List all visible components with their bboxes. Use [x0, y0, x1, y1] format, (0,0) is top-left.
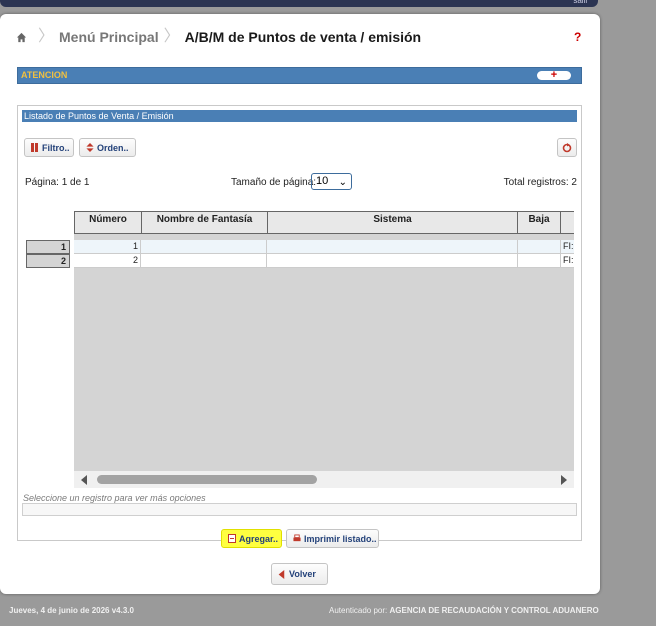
cell-extra: FI: [561, 240, 574, 254]
grid-header: Número Nombre de Fantasía Sistema Baja [74, 211, 574, 234]
listado-panel: Listado de Puntos de Venta / Emisión Fil… [17, 105, 582, 548]
print-label: Imprimir listado.. [304, 533, 377, 544]
page-title: A/B/M de Puntos de venta / emisión [184, 29, 422, 45]
back-label: Volver [289, 569, 316, 579]
refresh-button[interactable] [557, 138, 577, 157]
page-size-select[interactable]: 10 ⌄ [311, 173, 352, 190]
filter-icon [31, 143, 38, 152]
printer-icon [293, 534, 301, 542]
sort-icon [86, 143, 94, 152]
table-row[interactable]: 2 FI: [74, 254, 574, 268]
add-document-icon [228, 534, 236, 543]
filter-label: Filtro.. [42, 142, 70, 153]
footer-auth: Autenticado por: AGENCIA DE RECAUDACIÓN … [329, 606, 599, 615]
pager-bar: Página: 1 de 1 Tamaño de página: 10 ⌄ To… [22, 173, 577, 191]
column-header-extra [560, 211, 574, 234]
scroll-right-icon[interactable] [561, 475, 567, 485]
footer-auth-entity: AGENCIA DE RECAUDACIÓN Y CONTROL ADUANER… [389, 606, 599, 615]
scrollbar-thumb[interactable] [97, 475, 317, 484]
order-label: Orden.. [97, 142, 129, 153]
footer-date-version: Jueves, 4 de junio de 2026 v4.3.0 [9, 606, 134, 615]
breadcrumb-menu-link[interactable]: Menú Principal [59, 29, 159, 45]
back-button[interactable]: Volver [271, 563, 328, 585]
cell-numero: 1 [74, 240, 141, 254]
column-header-numero[interactable]: Número [74, 211, 142, 234]
add-button[interactable]: Agregar.. [221, 529, 282, 548]
data-grid: Número Nombre de Fantasía Sistema Baja 1… [74, 211, 574, 488]
row-number-2[interactable]: 2 [26, 254, 70, 268]
chevron-down-icon: ⌄ [338, 177, 347, 188]
breadcrumb-separator: 〉 [163, 28, 180, 45]
atencion-expand-button[interactable]: + [537, 70, 571, 81]
logout-link[interactable]: salir [573, 0, 588, 5]
column-header-baja[interactable]: Baja [517, 211, 561, 234]
listado-title: Listado de Puntos de Venta / Emisión [22, 110, 577, 122]
cell-baja [518, 254, 561, 268]
refresh-icon [562, 142, 572, 152]
row-number-1[interactable]: 1 [26, 240, 70, 254]
help-button[interactable]: ? [574, 30, 581, 44]
table-row[interactable]: 1 FI: [74, 240, 574, 254]
page-size-value: 10 [316, 175, 329, 187]
cell-numero: 2 [74, 254, 141, 268]
home-icon[interactable] [16, 32, 27, 43]
footer-auth-prefix: Autenticado por: [329, 606, 388, 615]
options-box [22, 503, 577, 516]
column-header-nombre[interactable]: Nombre de Fantasía [141, 211, 268, 234]
back-arrow-icon [278, 569, 285, 579]
page-info: Página: 1 de 1 [25, 177, 90, 188]
top-navbar: salir [0, 0, 598, 7]
atencion-bar[interactable]: ATENCION + [17, 67, 582, 84]
cell-nombre [141, 240, 267, 254]
scroll-left-icon[interactable] [81, 475, 87, 485]
breadcrumb: 〉 Menú Principal 〉 A/B/M de Puntos de ve… [16, 28, 421, 46]
select-hint: Seleccione un registro para ver más opci… [23, 493, 206, 503]
horizontal-scrollbar[interactable] [74, 471, 574, 488]
order-button[interactable]: Orden.. [79, 138, 136, 157]
print-button[interactable]: Imprimir listado.. [286, 529, 379, 548]
atencion-title: ATENCION [21, 70, 68, 80]
cell-sistema [267, 240, 518, 254]
filter-button[interactable]: Filtro.. [24, 138, 74, 157]
cell-nombre [141, 254, 267, 268]
add-label: Agregar.. [239, 533, 279, 544]
cell-sistema [267, 254, 518, 268]
cell-extra: FI: [561, 254, 574, 268]
page-size-label: Tamaño de página: [231, 177, 317, 188]
column-header-sistema[interactable]: Sistema [267, 211, 518, 234]
cell-baja [518, 240, 561, 254]
breadcrumb-separator: 〉 [38, 28, 55, 45]
total-records: Total registros: 2 [503, 177, 577, 188]
main-card: 〉 Menú Principal 〉 A/B/M de Puntos de ve… [0, 14, 600, 594]
